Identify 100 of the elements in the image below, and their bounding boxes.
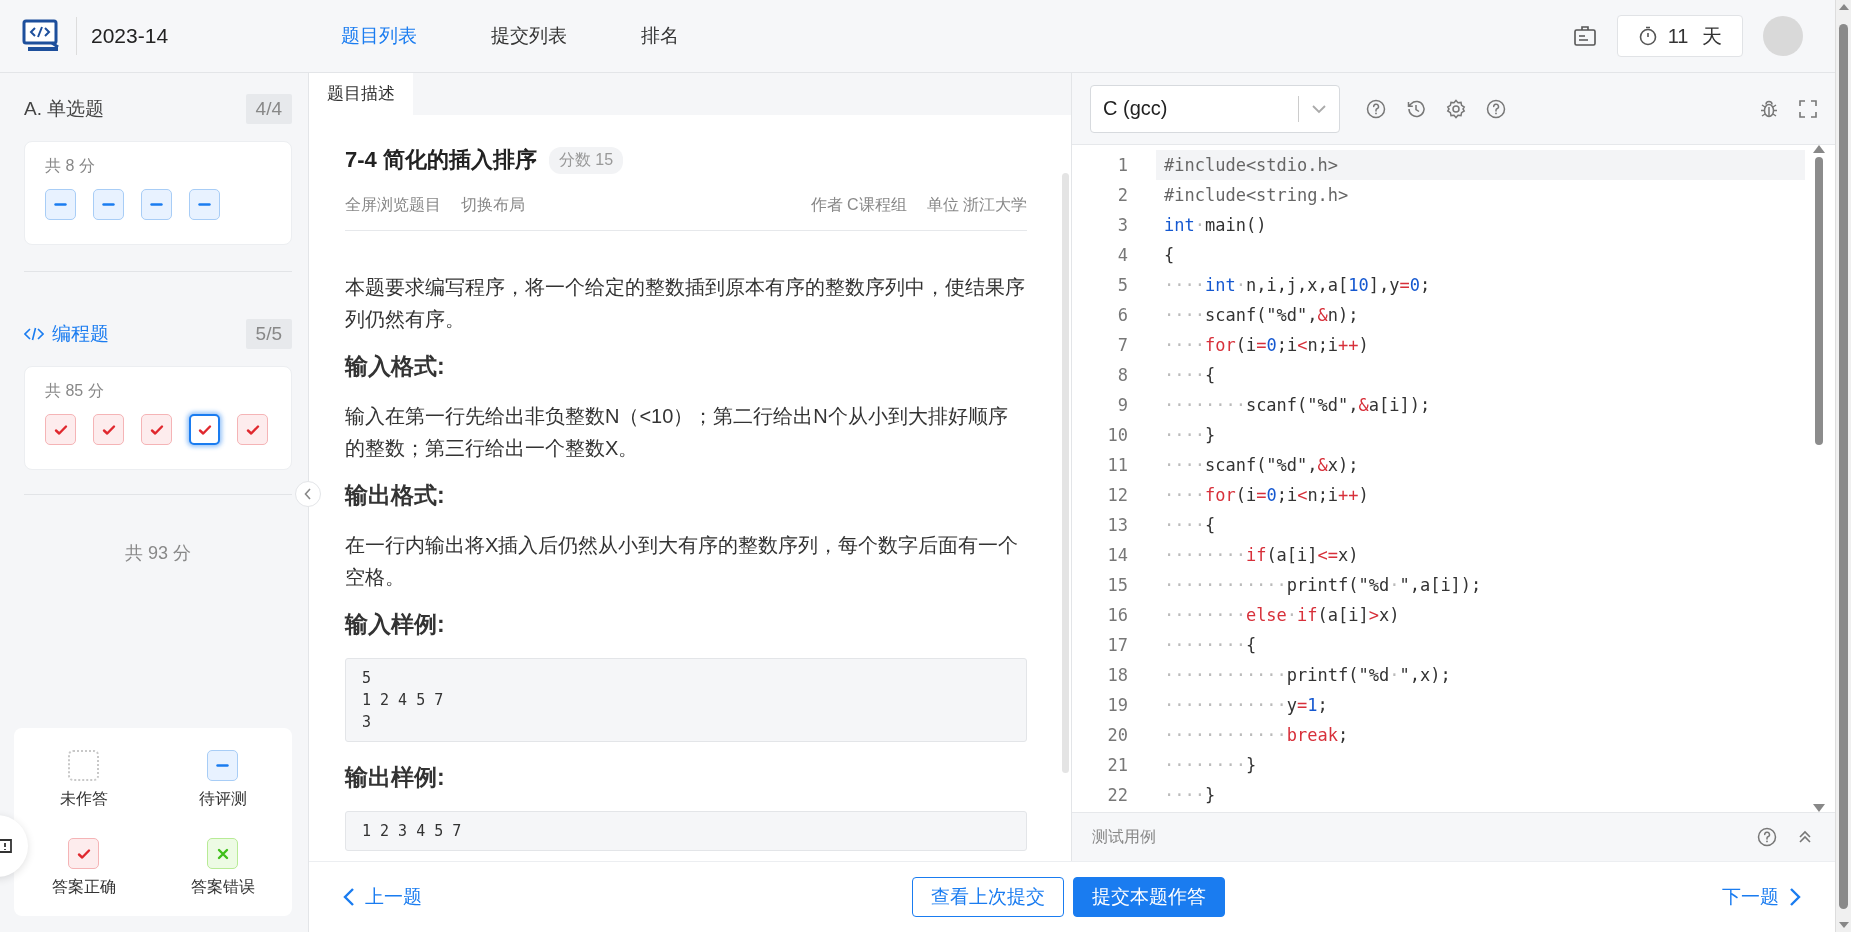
code-line: ········scanf("%d",&a[i]); [1163, 394, 1432, 417]
line-number: 19 [1106, 695, 1129, 715]
help-icon[interactable] [1486, 98, 1506, 119]
scroll-up-icon[interactable] [1838, 4, 1849, 10]
code-line: ········} [1163, 754, 1258, 777]
question-button[interactable] [45, 414, 76, 445]
stopwatch-icon [1637, 26, 1658, 46]
previous-link[interactable]: 上一题 [343, 884, 422, 910]
question-button[interactable] [141, 414, 172, 445]
code-line: ············printf("%d·",x); [1163, 664, 1452, 687]
language-select[interactable]: C (gcc) [1090, 84, 1340, 133]
history-icon[interactable] [1406, 98, 1426, 119]
code-line: ····for(i=0;i<n;i++) [1163, 334, 1370, 357]
help-icon[interactable] [1757, 827, 1777, 847]
alert-box-icon [0, 838, 12, 854]
description-paragraph: 输入在第一行先给出非负整数N（<10）；第二行给出N个从小到大排好顺序的整数；第三行给出一个整数X。 [345, 404, 1009, 461]
section-score: 共 85 分 [45, 381, 105, 401]
line-number: 7 [1116, 335, 1129, 355]
code-line: ············break; [1163, 724, 1350, 747]
line-number: 16 [1106, 605, 1129, 625]
question-button[interactable] [189, 414, 220, 445]
fullscreen-icon[interactable] [1799, 99, 1817, 118]
line-number: 10 [1106, 425, 1129, 445]
status-swatch [68, 750, 99, 781]
code-line: ········if(a[i]<=x) [1163, 544, 1360, 567]
nav-tab[interactable]: 排名 [641, 23, 715, 49]
question-button[interactable] [45, 189, 76, 220]
chevron-left-icon [343, 887, 355, 907]
author-text: 作者 C课程组 [810, 195, 907, 215]
id-card-icon[interactable] [1572, 25, 1597, 47]
settings-icon[interactable] [1446, 98, 1466, 119]
description-paragraph: 本题要求编写程序，将一个给定的整数插到原本有序的整数序列中，使结果序列仍然有序。 [345, 275, 1026, 332]
code-line: ····{ [1163, 364, 1217, 387]
scroll-down-icon[interactable] [1838, 922, 1849, 928]
code-line: ····for(i=0;i<n;i++) [1163, 484, 1370, 507]
code-line: ············printf("%d·",a[i]); [1163, 574, 1483, 597]
countdown-text: 11 天 [1667, 23, 1722, 49]
line-number: 15 [1106, 575, 1129, 595]
code-line: { [1163, 244, 1176, 267]
total-score: 共 93 分 [124, 542, 192, 565]
line-number: 1 [1116, 155, 1129, 175]
question-button[interactable] [93, 414, 124, 445]
submit-button[interactable]: 提交本题作答 [1073, 877, 1225, 917]
next-link[interactable]: 下一题 [1722, 884, 1801, 910]
sample-block: 1 2 3 4 5 7 [345, 811, 1027, 851]
bug-icon[interactable] [1759, 98, 1779, 119]
code-icon [24, 326, 44, 342]
code-line: ····scanf("%d",&x); [1163, 454, 1360, 477]
toolbar-link[interactable]: 切换布局 [461, 195, 525, 216]
line-number: 18 [1106, 665, 1129, 685]
scrollbar-thumb[interactable] [1815, 157, 1823, 445]
scrollbar-thumb[interactable] [1062, 173, 1069, 773]
line-number: 11 [1106, 455, 1129, 475]
code-line: ····int·n,i,j,x,a[10],y=0; [1163, 274, 1432, 297]
legend-label: 答案正确 [51, 877, 116, 897]
legend-label: 待评测 [198, 789, 247, 809]
description-paragraph: 在一行内输出将X插入后仍然从小到大有序的整数序列，每个数字后面有一个空格。 [345, 533, 1020, 590]
line-number: 9 [1116, 395, 1129, 415]
section-title[interactable]: 编程题 [24, 321, 109, 347]
toolbar-link[interactable]: 全屏浏览题目 [345, 195, 441, 216]
question-button[interactable] [237, 414, 268, 445]
section-heading: 输入格式: [345, 352, 446, 381]
question-button[interactable] [141, 189, 172, 220]
chevron-right-icon [1789, 887, 1801, 907]
minus-icon [198, 203, 211, 206]
help-icon[interactable] [1366, 98, 1386, 119]
chevron-left-icon [304, 488, 312, 500]
code-line: ············y=1; [1163, 694, 1329, 717]
line-number: 13 [1106, 515, 1129, 535]
progress-count: 4/4 [245, 94, 292, 124]
line-number: 20 [1106, 725, 1129, 745]
line-number: 17 [1106, 635, 1129, 655]
code-line: ········{ [1163, 634, 1258, 657]
section-heading: 输入样例: [345, 610, 446, 639]
line-number: 12 [1106, 485, 1129, 505]
problem-title: 7-4 简化的插入排序 [345, 146, 537, 174]
monitor-code-icon[interactable] [22, 19, 60, 53]
question-button[interactable] [189, 189, 220, 220]
view-last-submission-button[interactable]: 查看上次提交 [912, 877, 1064, 917]
line-number: 6 [1116, 305, 1129, 325]
code-line: ····{ [1163, 514, 1217, 537]
legend-label: 未作答 [59, 789, 108, 809]
sample-block: 5 1 2 4 5 7 3 [345, 658, 1027, 742]
chevron-down-icon [1311, 103, 1327, 114]
legend-label: 答案错误 [190, 877, 255, 897]
section-score: 共 8 分 [45, 156, 96, 176]
collapse-button[interactable] [295, 481, 321, 507]
line-number: 5 [1116, 275, 1129, 295]
nav-tab[interactable]: 题目列表 [341, 23, 453, 49]
panel-tab[interactable]: 题目描述 [309, 73, 413, 115]
line-number: 3 [1116, 215, 1129, 235]
scrollbar-thumb[interactable] [1839, 23, 1848, 909]
code-line: int·main() [1163, 214, 1268, 237]
minus-icon [54, 203, 67, 206]
question-button[interactable] [93, 189, 124, 220]
line-number: 14 [1106, 545, 1129, 565]
section-title[interactable]: A. 单选题 [24, 96, 105, 122]
double-chevron-up-icon[interactable] [1797, 829, 1813, 845]
minus-icon [150, 203, 163, 206]
nav-tab[interactable]: 提交列表 [491, 23, 603, 49]
